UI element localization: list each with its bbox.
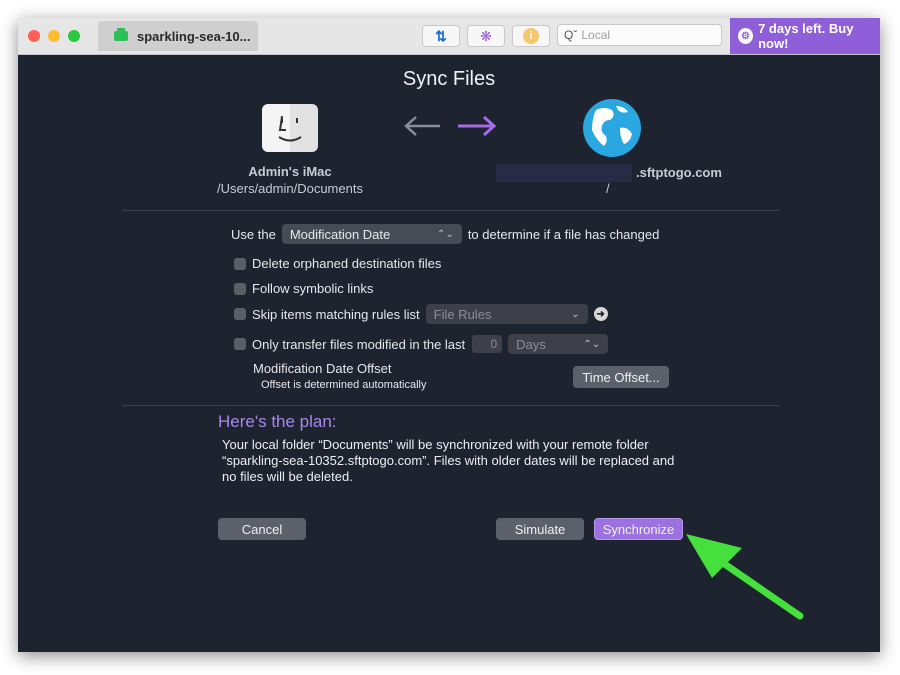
compare-suffix: to determine if a file has changed [467, 226, 660, 242]
activity-toolbar-button[interactable]: ❋ [467, 25, 505, 47]
delete-orphaned-label: Delete orphaned destination files [252, 256, 442, 271]
only-transfer-checkbox[interactable] [234, 338, 246, 350]
time-offset-button[interactable]: Time Offset... [573, 366, 669, 388]
compare-row: Use the Modification Date ⌃⌄ to determin… [231, 224, 659, 244]
rules-list-select[interactable]: File Rules ⌄ [425, 304, 588, 324]
only-transfer-option: Only transfer files modified in the last… [234, 334, 609, 354]
arrow-right-icon [456, 114, 500, 143]
only-transfer-amount-field[interactable]: 0 [472, 335, 503, 353]
remote-name: .sftptogo.com [636, 165, 722, 180]
skip-items-option: Skip items matching rules list File Rule… [234, 304, 608, 324]
delete-orphaned-checkbox[interactable] [234, 257, 246, 270]
dialog-title: Sync Files [402, 68, 496, 90]
plan-heading: Here's the plan: [218, 412, 337, 431]
search-placeholder: Local [581, 28, 611, 42]
plan-description: Your local folder “Documents” will be sy… [222, 437, 675, 484]
arrow-left-icon [402, 114, 442, 143]
tab-label: sparkling-sea-10... [137, 28, 251, 44]
follow-symlinks-option[interactable]: Follow symbolic links [234, 281, 373, 296]
only-transfer-amount: 0 [490, 337, 498, 351]
only-transfer-unit: Days [516, 336, 546, 352]
simulate-button[interactable]: Simulate [496, 518, 584, 540]
only-transfer-unit-select[interactable]: Days ⌃⌄ [508, 334, 609, 354]
follow-symlinks-label: Follow symbolic links [252, 281, 374, 296]
info-toolbar-button[interactable]: i [512, 25, 550, 47]
sync-icon: ⇅ [435, 27, 447, 44]
compare-method-select[interactable]: Modification Date ⌃⌄ [281, 224, 462, 244]
cancel-button[interactable]: Cancel [218, 518, 306, 540]
chevron-updown-icon: ⌃⌄ [437, 228, 454, 240]
finder-icon [262, 104, 318, 152]
compare-method-value: Modification Date [289, 226, 391, 242]
activity-icon: ❋ [480, 27, 492, 44]
chevron-down-icon: ⌄ [571, 308, 580, 320]
minimize-window-button[interactable] [48, 30, 60, 42]
close-window-button[interactable] [28, 30, 40, 42]
app-window: sparkling-sea-10... ⇅ ❋ i Qˇ Local ⚙ 7 d… [18, 18, 880, 652]
skip-items-checkbox[interactable] [234, 308, 246, 320]
divider-top [122, 210, 780, 211]
divider-bottom [122, 405, 780, 406]
offset-title: Modification Date Offset [253, 361, 392, 376]
connection-tab[interactable]: sparkling-sea-10... [98, 21, 258, 51]
go-arrow-icon[interactable]: ➜ [593, 307, 608, 321]
remote-path: / [606, 181, 610, 196]
redacted-hostname [496, 164, 632, 182]
delete-orphaned-option[interactable]: Delete orphaned destination files [234, 256, 441, 271]
buy-now-label: 7 days left. Buy now! [758, 21, 854, 51]
sync-toolbar-button[interactable]: ⇅ [422, 25, 460, 47]
follow-symlinks-checkbox[interactable] [234, 282, 246, 295]
zoom-window-button[interactable] [68, 30, 80, 42]
globe-icon [582, 98, 642, 158]
local-name: Admin's iMac [248, 164, 332, 179]
gear-icon: ⚙ [738, 28, 754, 44]
compare-prefix: Use the [231, 226, 276, 242]
offset-subtitle: Offset is determined automatically [261, 379, 427, 391]
search-icon: Qˇ [564, 28, 578, 42]
chevron-updown-icon: ⌃⌄ [583, 338, 601, 350]
annotation-arrow-icon [658, 518, 808, 633]
local-path: /Users/admin/Documents [217, 181, 363, 196]
skip-items-label: Skip items matching rules list [252, 306, 420, 322]
only-transfer-label: Only transfer files modified in the last [252, 336, 466, 352]
search-field[interactable]: Qˇ Local [557, 24, 722, 46]
rules-list-value: File Rules [433, 306, 492, 322]
title-bar: sparkling-sea-10... ⇅ ❋ i Qˇ Local ⚙ 7 d… [18, 18, 880, 55]
buy-now-banner[interactable]: ⚙ 7 days left. Buy now! [730, 18, 880, 54]
server-icon [114, 28, 128, 41]
info-icon: i [523, 28, 539, 44]
